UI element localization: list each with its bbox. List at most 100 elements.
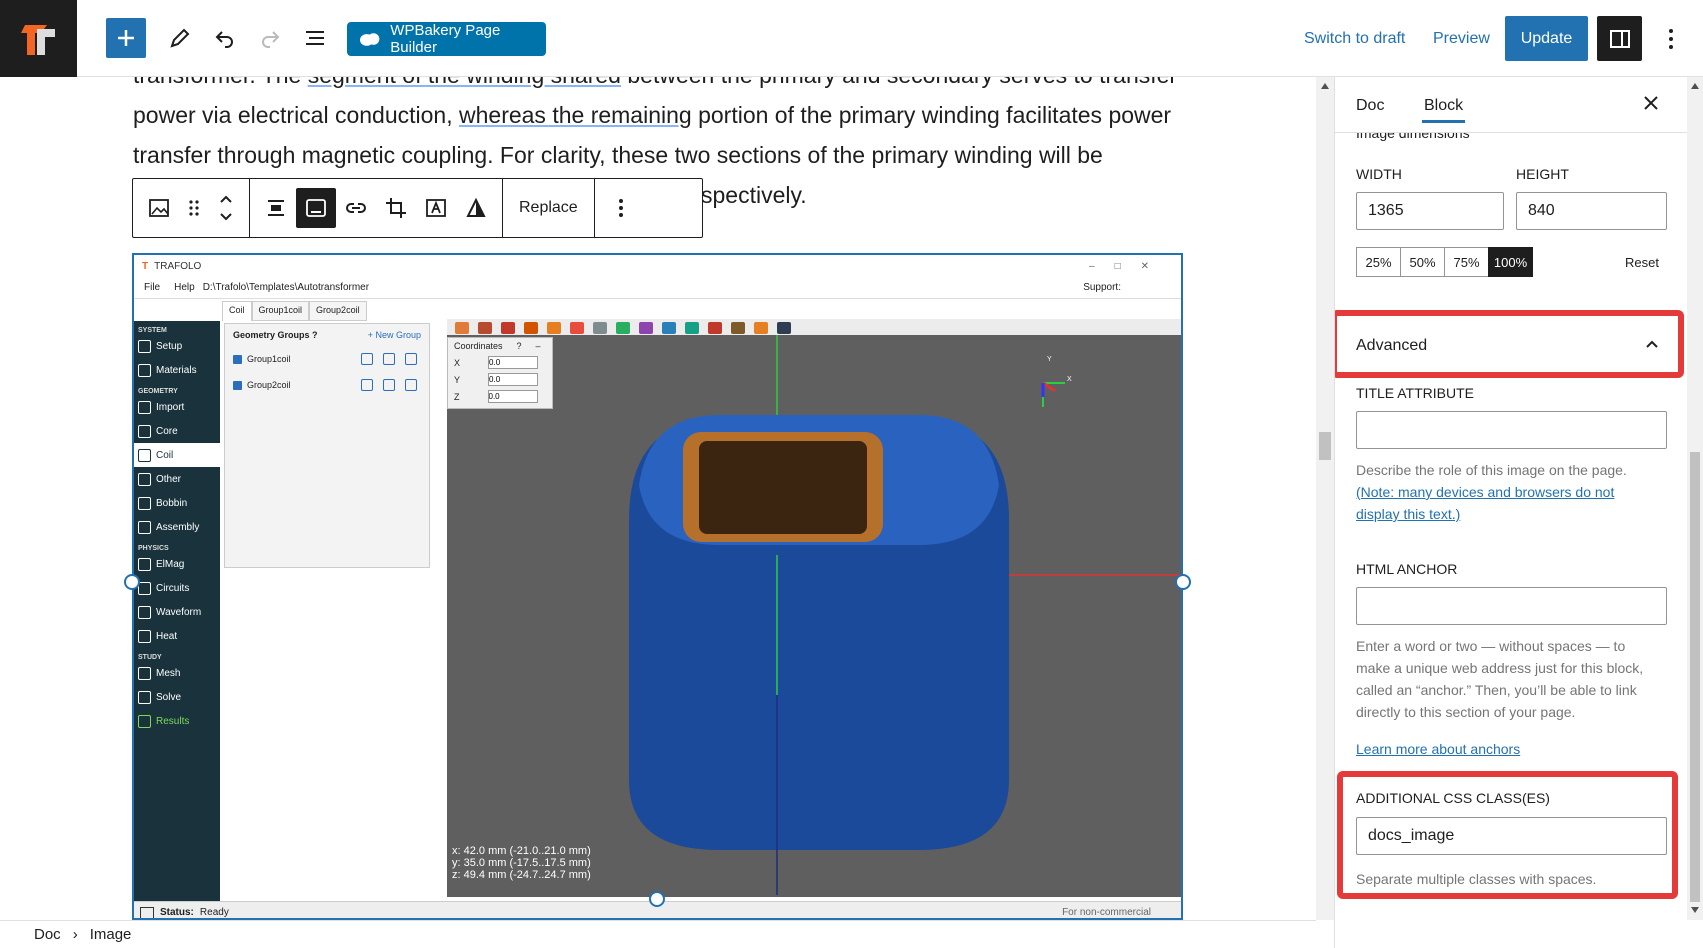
sidebar-scroll-thumb[interactable] <box>1690 452 1700 902</box>
tab-doc[interactable]: Doc <box>1356 97 1384 115</box>
close-icon <box>1644 96 1658 110</box>
undo-icon <box>215 31 233 48</box>
scroll-up-icon[interactable] <box>1321 83 1329 89</box>
settings-toggle-button[interactable] <box>1597 16 1642 61</box>
app-sidebar-item: Mesh <box>134 661 220 685</box>
caption-icon <box>306 199 326 217</box>
list-view-icon <box>306 31 324 45</box>
app-path: D:\Trafolo\Templates\Autotransformer <box>202 282 370 293</box>
app-sidebar-item-icon <box>138 629 151 643</box>
app-sidebar-item-icon <box>138 690 151 704</box>
app-sidebar-item-icon <box>138 400 151 414</box>
close-sidebar-button[interactable] <box>1641 93 1661 118</box>
canvas-scroll-thumb[interactable] <box>1319 432 1331 460</box>
width-input[interactable]: 1365 <box>1356 192 1504 230</box>
switch-to-draft-link[interactable]: Switch to draft <box>1304 30 1405 48</box>
image-icon <box>149 199 169 217</box>
title-attribute-input[interactable] <box>1356 411 1667 449</box>
scroll-up-icon[interactable] <box>1691 83 1699 89</box>
cloud-icon <box>359 33 380 46</box>
chevron-right-icon: › <box>72 926 78 943</box>
link-icon <box>346 203 366 213</box>
wpbakery-button[interactable]: WPBakery Page Builder <box>347 22 546 56</box>
align-button[interactable] <box>256 188 296 228</box>
duotone-button[interactable] <box>456 188 496 228</box>
text-run: between the primary and secondary serves… <box>621 77 1177 88</box>
geometry-group-name: Group1coil <box>247 354 291 364</box>
add-block-button[interactable] <box>106 18 146 58</box>
geometry-group-actions <box>361 379 417 391</box>
image-block[interactable]: T TRAFOLO –□✕ File Help D:\Trafolo\Templ… <box>132 253 1183 920</box>
paragraph-line: power via electrical conduction, whereas… <box>133 95 1193 135</box>
undo-button[interactable] <box>205 18 245 58</box>
crop-button[interactable] <box>376 188 416 228</box>
height-input[interactable]: 840 <box>1516 192 1667 230</box>
axis-x-label: X <box>1067 376 1072 383</box>
text-overlay-button[interactable] <box>416 188 456 228</box>
viewport-tool-icon <box>662 322 676 334</box>
resize-handle-right[interactable] <box>1175 574 1191 590</box>
title-attribute-note-link[interactable]: (Note: many devices and browsers do not … <box>1356 484 1614 522</box>
viewport-tool-icon <box>478 322 492 334</box>
align-center-icon <box>268 200 284 216</box>
breadcrumb-image[interactable]: Image <box>90 926 132 943</box>
document-overview-button[interactable] <box>295 18 335 58</box>
chevron-up-down-icon <box>220 195 232 221</box>
update-button[interactable]: Update <box>1505 16 1588 61</box>
coordinate-input <box>488 356 539 369</box>
app-sidebar-heading: STUDY <box>134 648 220 661</box>
app-sidebar-label: Solve <box>156 691 182 703</box>
resize-handle-left[interactable] <box>124 574 140 590</box>
sidebar-scrollbar[interactable] <box>1687 77 1703 920</box>
block-type-button[interactable] <box>139 188 179 228</box>
scale-button[interactable]: 50% <box>1400 247 1445 277</box>
reset-button[interactable]: Reset <box>1625 255 1659 270</box>
canvas-scrollbar[interactable] <box>1316 77 1334 920</box>
status-label: Status: <box>160 907 194 918</box>
app-sidebar-label: Setup <box>156 340 183 352</box>
block-toolbar-group <box>133 179 250 237</box>
drag-handle[interactable] <box>179 188 209 228</box>
preview-link[interactable]: Preview <box>1433 30 1490 48</box>
viewport-tool-icon <box>754 322 768 334</box>
geometry-groups-title: Geometry Groups ? <box>233 330 318 340</box>
tab-block[interactable]: Block <box>1421 97 1466 123</box>
geometry-group-row: Group1coil <box>225 346 429 372</box>
app-menu-bar: File Help D:\Trafolo\Templates\Autotrans… <box>134 277 1181 299</box>
app-sidebar-item: Heat <box>134 624 220 648</box>
learn-anchors-link[interactable]: Learn more about anchors <box>1356 738 1520 760</box>
replace-button[interactable]: Replace <box>509 199 588 217</box>
caption-button[interactable] <box>296 188 336 228</box>
viewport-tool-icon <box>547 322 561 334</box>
options-menu-button[interactable] <box>1656 22 1686 56</box>
redo-button[interactable] <box>250 18 290 58</box>
advanced-panel-toggle[interactable]: Advanced <box>1356 337 1427 355</box>
editor-canvas[interactable]: transformer. The segment of the winding … <box>0 77 1316 920</box>
breadcrumb-doc[interactable]: Doc <box>34 926 61 943</box>
resize-handle-bottom[interactable] <box>649 891 665 907</box>
coordinate-key: X <box>454 357 461 368</box>
text-run: whereas the remaining <box>459 102 692 128</box>
link-button[interactable] <box>336 188 376 228</box>
block-breadcrumb: Doc › Image <box>0 920 1316 948</box>
trafolo-logo-icon <box>20 24 55 55</box>
move-up-down-button[interactable] <box>209 188 243 228</box>
scale-button[interactable]: 75% <box>1444 247 1489 277</box>
sidebar-panel-icon <box>1609 29 1630 48</box>
css-classes-input[interactable]: docs_image <box>1356 817 1667 855</box>
app-sidebar-label: Assembly <box>156 521 200 533</box>
site-logo[interactable] <box>0 0 77 77</box>
scale-button[interactable]: 100% <box>1488 247 1533 277</box>
scroll-down-icon[interactable] <box>1691 907 1699 913</box>
app-logo-icon: T <box>142 260 149 272</box>
app-sidebar-item-icon <box>138 472 151 486</box>
chevron-up-icon[interactable] <box>1644 336 1660 357</box>
text-run: transformer. The <box>133 77 308 88</box>
app-sidebar-label: Waveform <box>156 606 202 618</box>
html-anchor-input[interactable] <box>1356 587 1667 625</box>
dimension-line: y: 35.0 mm (-17.5..17.5 mm) <box>452 857 591 869</box>
viewport-tool-icon <box>777 322 791 334</box>
block-options-button[interactable] <box>601 188 641 228</box>
scale-button[interactable]: 25% <box>1356 247 1401 277</box>
tools-button[interactable] <box>160 18 200 58</box>
